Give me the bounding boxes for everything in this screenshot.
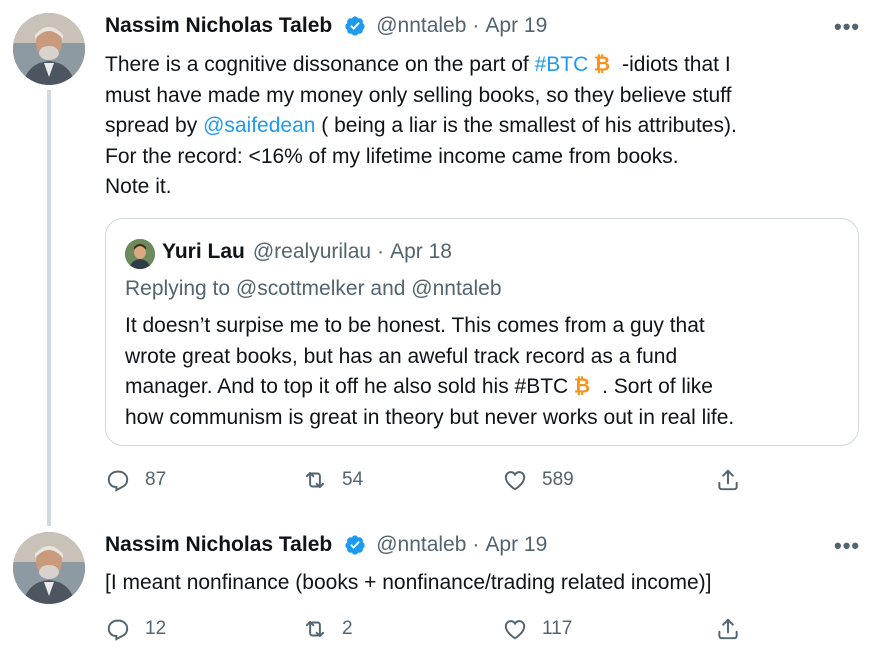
svg-text:₿: ₿ (594, 52, 610, 74)
quoted-avatar-photo (125, 239, 155, 269)
replying-to-text: Replying to @scottmelker and @nntaleb (125, 277, 502, 300)
text-segment: There is a cognitive dissonance on the p… (105, 53, 535, 76)
verified-badge-icon (345, 535, 365, 555)
tweet-text-line: For the record: <16% of my lifetime inco… (105, 144, 679, 168)
svg-text:₿: ₿ (574, 374, 590, 396)
tweet-text-line: must have made my money only selling boo… (105, 83, 732, 107)
quoted-author-handle[interactable]: @realyurilau (253, 240, 371, 264)
reply-icon (107, 619, 129, 641)
author-avatar[interactable] (13, 532, 85, 604)
text-segment: . Sort of like (596, 375, 713, 398)
text-segment: spread by (105, 114, 204, 137)
quoted-author-name[interactable]: Yuri Lau (162, 240, 245, 264)
author-handle[interactable]: @nntaleb (376, 14, 466, 38)
quoted-tweet-text: It doesn’t surpise me to be honest. This… (125, 311, 845, 433)
like-count: 589 (542, 469, 574, 490)
tweet-header: Nassim Nicholas Taleb @nntaleb · Apr 19 (105, 14, 547, 38)
quoted-tweet-header: Yuri Lau @realyurilau · Apr 18 (162, 240, 452, 264)
share-button[interactable] (715, 616, 741, 642)
avatar-photo (13, 532, 85, 604)
retweet-count: 2 (342, 618, 353, 639)
retweet-button[interactable]: 54 (302, 467, 363, 493)
tweet-text: There is a cognitive dissonance on the p… (105, 50, 845, 203)
reply-button[interactable]: 87 (105, 467, 166, 493)
quoted-text-line: wrote great books, but has an aweful tra… (125, 344, 678, 368)
quoted-text-line: It doesn’t surpise me to be honest. This… (125, 314, 705, 337)
tweet-text-line: spread by @saifedean ( being a liar is t… (105, 111, 845, 142)
like-button[interactable]: 117 (502, 616, 572, 642)
separator-dot: · (472, 14, 480, 37)
retweet-icon (305, 471, 325, 489)
more-icon[interactable]: ••• (834, 14, 860, 40)
reply-button[interactable]: 12 (105, 616, 166, 642)
tweet-text-line: There is a cognitive dissonance on the p… (105, 50, 845, 81)
like-count: 117 (542, 618, 573, 639)
bitcoin-icon: ₿ (594, 52, 610, 74)
share-icon (718, 618, 738, 640)
share-button[interactable] (715, 467, 741, 493)
author-name[interactable]: Nassim Nicholas Taleb (105, 14, 332, 38)
reply-count: 12 (145, 618, 167, 639)
mention-link[interactable]: @saifedean (203, 114, 315, 137)
bitcoin-icon: ₿ (574, 374, 590, 396)
quoted-text-line: how communism is great in theory but nev… (125, 405, 735, 429)
separator-dot: · (472, 533, 480, 556)
author-name[interactable]: Nassim Nicholas Taleb (105, 533, 332, 557)
avatar-photo (13, 13, 85, 85)
like-icon (504, 620, 526, 640)
retweet-icon (305, 620, 325, 638)
retweet-button[interactable]: 2 (302, 616, 353, 642)
like-button[interactable]: 589 (502, 467, 574, 493)
like-icon (504, 471, 526, 491)
share-icon (718, 469, 738, 491)
quoted-author-avatar[interactable] (125, 239, 155, 269)
more-icon[interactable]: ••• (834, 533, 860, 559)
retweet-count: 54 (342, 469, 364, 490)
reply-count: 87 (145, 469, 167, 490)
quoted-text-line: manager. And to top it off he also sold … (125, 372, 845, 403)
separator-dot: · (377, 240, 385, 263)
tweet-date[interactable]: Apr 19 (485, 14, 547, 38)
thread-connector-line (47, 90, 51, 526)
tweet-header: Nassim Nicholas Taleb @nntaleb · Apr 19 (105, 533, 547, 557)
text-segment: -idiots that I (616, 53, 731, 76)
tweet-date[interactable]: Apr 19 (485, 533, 547, 557)
text-segment: ( being a liar is the smallest of his at… (315, 114, 737, 137)
text-segment: manager. And to top it off he also sold … (125, 375, 569, 398)
author-avatar[interactable] (13, 13, 85, 85)
reply-icon (107, 470, 129, 492)
quoted-tweet-date[interactable]: Apr 18 (390, 240, 452, 264)
author-handle[interactable]: @nntaleb (376, 533, 466, 557)
tweet-text-line: Note it. (105, 175, 172, 198)
tweet-text: [I meant nonfinance (books + nonfinance/… (105, 571, 712, 594)
verified-badge-icon (345, 16, 365, 36)
hashtag-link[interactable]: #BTC (535, 53, 589, 76)
